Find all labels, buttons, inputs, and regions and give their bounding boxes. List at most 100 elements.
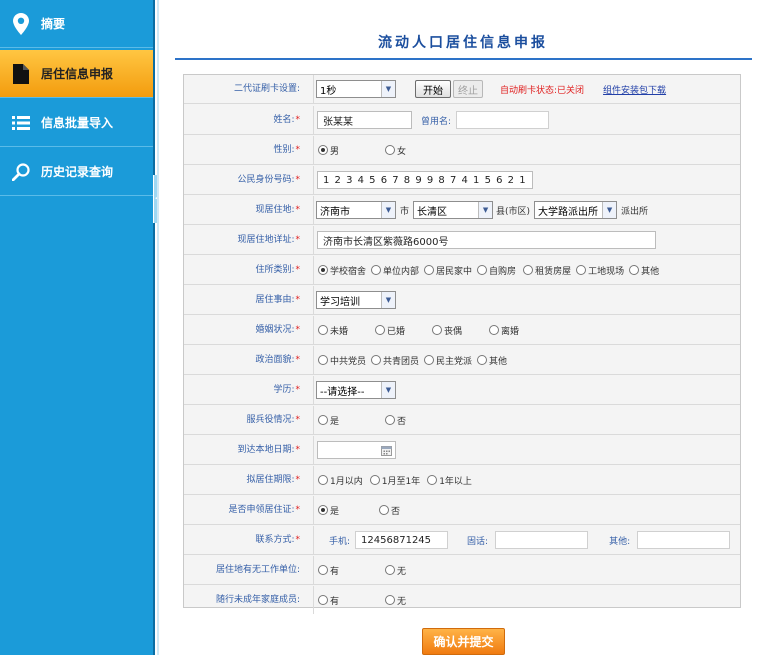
residence-type-radio-6[interactable]: 其他 <box>629 264 659 277</box>
former-name-input[interactable] <box>456 111 550 129</box>
has-employer-label: 居住地有无工作单位: <box>215 565 300 575</box>
planned-stay-radio-1[interactable]: 1月至1年 <box>369 474 420 487</box>
planned-stay-label: 拟居住期限: <box>246 475 295 485</box>
id-number-label: 公民身份号码: <box>237 175 295 185</box>
sidebar-item-label: 摘要 <box>41 17 66 31</box>
sidebar-item-batch-import[interactable]: 信息批量导入 <box>0 99 153 147</box>
submit-button[interactable]: 确认并提交 <box>422 628 505 655</box>
political-radio-1[interactable]: 共青团员 <box>371 354 419 367</box>
mobile-input[interactable]: 12456871245 <box>355 531 449 549</box>
has-employer-yes-radio[interactable]: 有 <box>318 564 339 577</box>
minor-members-yes-radio[interactable]: 有 <box>318 594 339 607</box>
component-download-link[interactable]: 组件安装包下载 <box>603 83 666 96</box>
row-address-detail: 现居住地详址:* 济南市长清区紫薇路6000号 <box>184 226 740 255</box>
military-yes-radio[interactable]: 是 <box>318 414 339 427</box>
contact-label: 联系方式: <box>255 535 295 545</box>
residence-type-radio-1[interactable]: 单位内部 <box>371 264 419 277</box>
row-education: 学历:* --请选择-- ▼ <box>184 376 740 405</box>
district-select[interactable]: 长清区 ▼ <box>413 201 494 219</box>
gender-female-radio[interactable]: 女 <box>385 144 406 157</box>
chevron-down-icon: ▼ <box>381 292 395 308</box>
search-icon <box>10 161 32 183</box>
city-select[interactable]: 济南市 ▼ <box>316 201 396 219</box>
former-name-label: 曾用名: <box>421 116 452 127</box>
page-title: 流动人口居住信息申报 <box>378 35 548 51</box>
political-radio-2[interactable]: 民主党派 <box>424 354 472 367</box>
sidebar-item-label: 历史记录查询 <box>41 165 114 179</box>
list-icon <box>10 112 32 134</box>
row-has-employer: 居住地有无工作单位: 有 无 <box>184 556 740 585</box>
address-detail-label: 现居住地详址: <box>237 235 295 245</box>
row-contact: 联系方式:* 手机: 12456871245 固话: 其他: <box>184 526 740 555</box>
marital-radio-1[interactable]: 已婚 <box>375 324 405 337</box>
calendar-icon[interactable] <box>381 445 392 459</box>
residence-type-radio-4[interactable]: 租赁房屋 <box>523 264 571 277</box>
planned-stay-radio-0[interactable]: 1月以内 <box>318 474 363 487</box>
map-pin-icon <box>10 12 32 35</box>
address-label: 现居住地: <box>255 205 295 215</box>
row-military: 服兵役情况:* 是 否 <box>184 406 740 435</box>
row-card-reader: 二代证刷卡设置: 1秒 ▼ 开始 终止 自动刷卡状态:已关闭 组件安装包下载 <box>184 75 740 104</box>
apply-permit-yes-radio[interactable]: 是 <box>318 504 339 517</box>
name-input[interactable]: 张某某 <box>317 111 412 129</box>
phone-label: 固话: <box>467 536 489 547</box>
apply-permit-no-radio[interactable]: 否 <box>379 504 400 517</box>
chevron-down-icon: ▼ <box>602 202 617 218</box>
sidebar-item-summary[interactable]: 摘要 <box>0 0 153 48</box>
start-button[interactable]: 开始 <box>415 80 451 98</box>
has-employer-no-radio[interactable]: 无 <box>385 564 406 577</box>
military-no-radio[interactable]: 否 <box>385 414 406 427</box>
police-station-select[interactable]: 大学路派出所 ▼ <box>534 201 618 219</box>
gender-male-radio[interactable]: 男 <box>318 144 339 157</box>
marital-radio-3[interactable]: 离婚 <box>489 324 519 337</box>
arrival-date-input[interactable] <box>317 441 396 459</box>
political-radio-3[interactable]: 其他 <box>477 354 507 367</box>
reason-select[interactable]: 学习培训 ▼ <box>316 291 396 309</box>
row-reason: 居住事由:* 学习培训 ▼ <box>184 286 740 315</box>
row-minor-members: 随行未成年家庭成员: 有 无 <box>184 586 740 615</box>
card-interval-select[interactable]: 1秒 ▼ <box>316 80 396 98</box>
row-arrival-date: 到达本地日期:* <box>184 436 740 465</box>
stop-button[interactable]: 终止 <box>453 80 483 98</box>
row-name: 姓名:* 张某某 曾用名: <box>184 106 740 135</box>
residence-type-radio-0[interactable]: 学校宿舍 <box>318 264 366 277</box>
row-apply-permit: 是否申领居住证:* 是 否 <box>184 496 740 525</box>
arrival-date-label: 到达本地日期: <box>237 445 295 455</box>
planned-stay-radio-2[interactable]: 1年以上 <box>427 474 472 487</box>
residence-type-radio-2[interactable]: 居民家中 <box>424 264 472 277</box>
military-label: 服兵役情况: <box>246 415 295 425</box>
residence-type-radio-3[interactable]: 自购房 <box>477 264 516 277</box>
chevron-down-icon: ▼ <box>478 202 493 218</box>
sidebar-item-history[interactable]: 历史记录查询 <box>0 148 153 196</box>
station-unit: 派出所 <box>621 206 649 217</box>
education-select[interactable]: --请选择-- ▼ <box>316 381 396 399</box>
chevron-down-icon: ▼ <box>381 202 395 218</box>
marital-radio-2[interactable]: 丧偶 <box>432 324 462 337</box>
reason-label: 居住事由: <box>255 295 295 305</box>
minor-members-label: 随行未成年家庭成员: <box>215 595 300 605</box>
row-gender: 性别:* 男 女 <box>184 136 740 165</box>
name-label: 姓名: <box>273 115 295 125</box>
main-divider <box>157 0 159 655</box>
residence-type-label: 住所类别: <box>255 265 295 275</box>
chevron-down-icon: ▼ <box>381 81 395 97</box>
political-label: 政治面貌: <box>255 355 295 365</box>
other-contact-input[interactable] <box>637 531 731 549</box>
apply-permit-label: 是否申领居住证: <box>228 505 295 515</box>
marital-label: 婚姻状况: <box>255 325 295 335</box>
row-residence-type: 住所类别:* 学校宿舍 单位内部 居民家中 自购房 租赁房屋 工地现场 其他 <box>184 256 740 285</box>
minor-members-no-radio[interactable]: 无 <box>385 594 406 607</box>
row-marital: 婚姻状况:* 未婚 已婚 丧偶 离婚 <box>184 316 740 345</box>
phone-input[interactable] <box>495 531 589 549</box>
title-divider <box>175 58 752 60</box>
mobile-label: 手机: <box>329 536 351 547</box>
political-radio-0[interactable]: 中共党员 <box>318 354 366 367</box>
sidebar-item-residence-report[interactable]: 居住信息申报 <box>0 50 153 98</box>
gender-label: 性别: <box>273 145 295 155</box>
id-number-input[interactable]: 1 2 3 4 5 6 7 8 9 9 8 7 4 1 5 6 2 1 <box>317 171 533 189</box>
other-contact-label: 其他: <box>609 536 631 547</box>
residence-type-radio-5[interactable]: 工地现场 <box>576 264 624 277</box>
address-detail-input[interactable]: 济南市长清区紫薇路6000号 <box>317 231 656 249</box>
chevron-down-icon: ▼ <box>381 382 395 398</box>
marital-radio-0[interactable]: 未婚 <box>318 324 348 337</box>
